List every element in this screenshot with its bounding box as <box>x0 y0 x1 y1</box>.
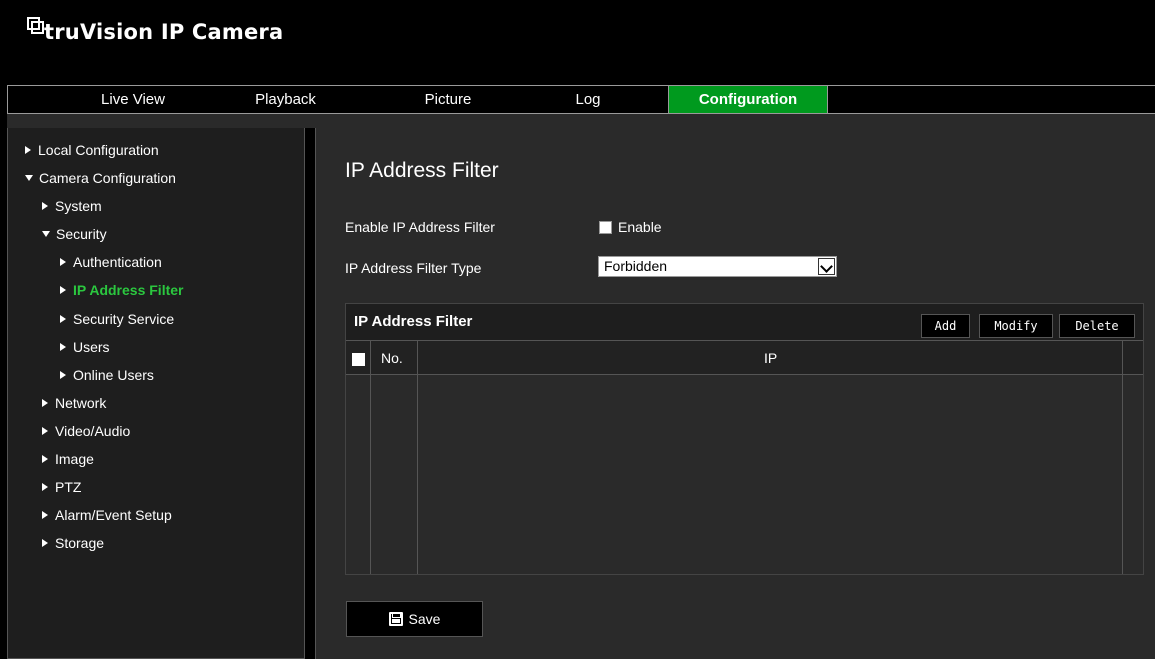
sidebar-item-storage[interactable]: Storage <box>42 532 104 554</box>
expand-arrow-icon <box>42 455 48 464</box>
sidebar-item-label: Image <box>55 451 94 467</box>
expand-arrow-icon <box>42 427 48 436</box>
nav-spacer <box>7 114 1155 128</box>
sidebar-item-label: Users <box>73 339 110 355</box>
expand-arrow-icon <box>60 371 66 380</box>
sidebar-item-security[interactable]: Security <box>42 223 107 245</box>
sidebar-item-system[interactable]: System <box>42 195 102 217</box>
panel-title: IP Address Filter <box>354 313 473 330</box>
app-header: truVision IP Camera <box>0 0 1155 85</box>
truvision-logo-icon <box>26 16 44 34</box>
tab-log[interactable]: Log <box>553 86 623 113</box>
chevron-down-icon <box>818 258 835 275</box>
panel-header: IP Address Filter Add Modify Delete <box>346 304 1143 340</box>
column-divider <box>1122 340 1123 574</box>
column-divider <box>370 340 371 574</box>
sidebar-item-label: Local Configuration <box>38 142 159 158</box>
page-title: IP Address Filter <box>345 159 499 182</box>
tab-live-view[interactable]: Live View <box>8 86 258 113</box>
sidebar-item-local-configuration[interactable]: Local Configuration <box>25 139 159 161</box>
sidebar-item-ip-address-filter[interactable]: IP Address Filter <box>60 279 183 301</box>
expand-arrow-icon <box>25 146 31 155</box>
sidebar-item-label: Security Service <box>73 311 175 327</box>
sidebar-item-label: Video/Audio <box>55 423 131 439</box>
ip-filter-panel: IP Address Filter Add Modify Delete No. … <box>345 303 1144 575</box>
expand-arrow-icon <box>42 483 48 492</box>
select-all-checkbox[interactable] <box>352 353 365 366</box>
sidebar-item-alarm-event-setup[interactable]: Alarm/Event Setup <box>42 504 172 526</box>
collapse-arrow-icon <box>25 175 33 182</box>
column-divider <box>417 340 418 574</box>
sidebar-item-label: IP Address Filter <box>73 282 184 298</box>
sidebar-item-label: Alarm/Event Setup <box>55 507 172 523</box>
main-content: IP Address Filter Enable IP Address Filt… <box>315 128 1155 659</box>
top-nav: Live View Playback Picture Log Configura… <box>7 85 1155 114</box>
expand-arrow-icon <box>42 202 48 211</box>
sidebar-item-camera-configuration[interactable]: Camera Configuration <box>25 167 176 189</box>
collapse-arrow-icon <box>42 231 50 238</box>
sidebar-item-authentication[interactable]: Authentication <box>60 251 162 273</box>
delete-button[interactable]: Delete <box>1059 314 1135 338</box>
filter-type-value: Forbidden <box>604 258 668 274</box>
column-ip: IP <box>764 350 778 366</box>
expand-arrow-icon <box>42 511 48 520</box>
sidebar-item-image[interactable]: Image <box>42 448 94 470</box>
floppy-disk-icon <box>388 612 403 626</box>
sidebar: Local Configuration Camera Configuration… <box>7 128 305 659</box>
sidebar-item-label: Network <box>55 395 107 411</box>
filter-type-label: IP Address Filter Type <box>345 260 482 276</box>
tab-configuration[interactable]: Configuration <box>668 86 828 113</box>
expand-arrow-icon <box>42 399 48 408</box>
expand-arrow-icon <box>42 539 48 548</box>
sidebar-item-label: Online Users <box>73 367 154 383</box>
enable-checkbox-label[interactable]: Enable <box>618 219 662 235</box>
expand-arrow-icon <box>60 286 66 295</box>
sidebar-item-label: Camera Configuration <box>39 170 176 186</box>
filter-type-select[interactable]: Forbidden <box>598 256 837 277</box>
sidebar-item-users[interactable]: Users <box>60 336 110 358</box>
sidebar-item-security-service[interactable]: Security Service <box>60 308 174 330</box>
sidebar-item-video-audio[interactable]: Video/Audio <box>42 420 130 442</box>
modify-button[interactable]: Modify <box>979 314 1053 338</box>
expand-arrow-icon <box>60 315 66 324</box>
save-button-label: Save <box>408 611 441 627</box>
sidebar-item-online-users[interactable]: Online Users <box>60 364 154 386</box>
expand-arrow-icon <box>60 343 66 352</box>
app-logo: truVision IP Camera <box>26 17 284 44</box>
expand-arrow-icon <box>60 258 66 267</box>
enable-filter-label: Enable IP Address Filter <box>345 219 495 235</box>
tab-picture[interactable]: Picture <box>388 86 508 113</box>
sidebar-item-ptz[interactable]: PTZ <box>42 476 81 498</box>
sidebar-item-label: Security <box>56 226 107 242</box>
column-no: No. <box>381 350 403 366</box>
sidebar-item-network[interactable]: Network <box>42 392 106 414</box>
add-button[interactable]: Add <box>921 314 970 338</box>
sidebar-item-label: System <box>55 198 102 214</box>
enable-checkbox[interactable] <box>599 221 612 234</box>
table-header: No. IP <box>346 340 1143 375</box>
save-button[interactable]: Save <box>346 601 483 637</box>
sidebar-item-label: Storage <box>55 535 105 551</box>
tab-playback[interactable]: Playback <box>228 86 343 113</box>
sidebar-item-label: Authentication <box>73 254 162 270</box>
app-title: truVision IP Camera <box>44 20 284 44</box>
sidebar-item-label: PTZ <box>55 479 82 495</box>
